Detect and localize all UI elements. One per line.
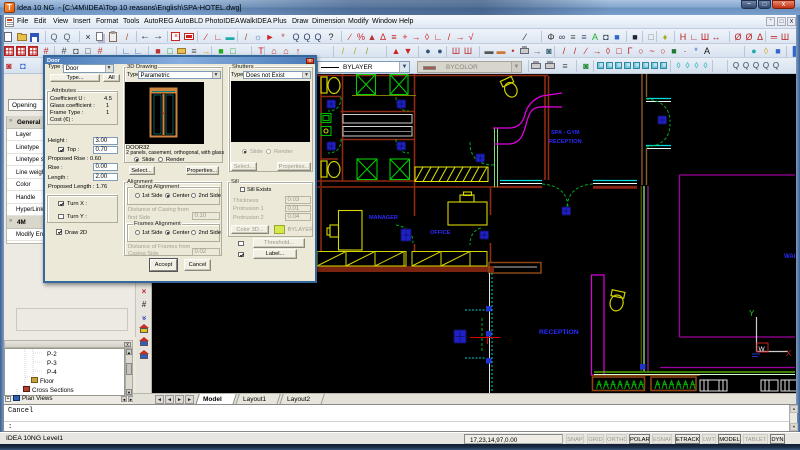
svg-text:Y: Y [749, 309, 755, 318]
svg-text:W: W [759, 346, 766, 353]
svg-text:X: X [786, 349, 792, 358]
svg-text:WAI: WAI [784, 254, 796, 260]
svg-text:SPA - GYM: SPA - GYM [551, 130, 580, 136]
svg-text:RECEPTION: RECEPTION [549, 139, 582, 145]
svg-text:OFFICE: OFFICE [430, 230, 451, 236]
svg-text:RECEPTION: RECEPTION [539, 329, 579, 336]
svg-text:MANAGER: MANAGER [369, 215, 398, 221]
